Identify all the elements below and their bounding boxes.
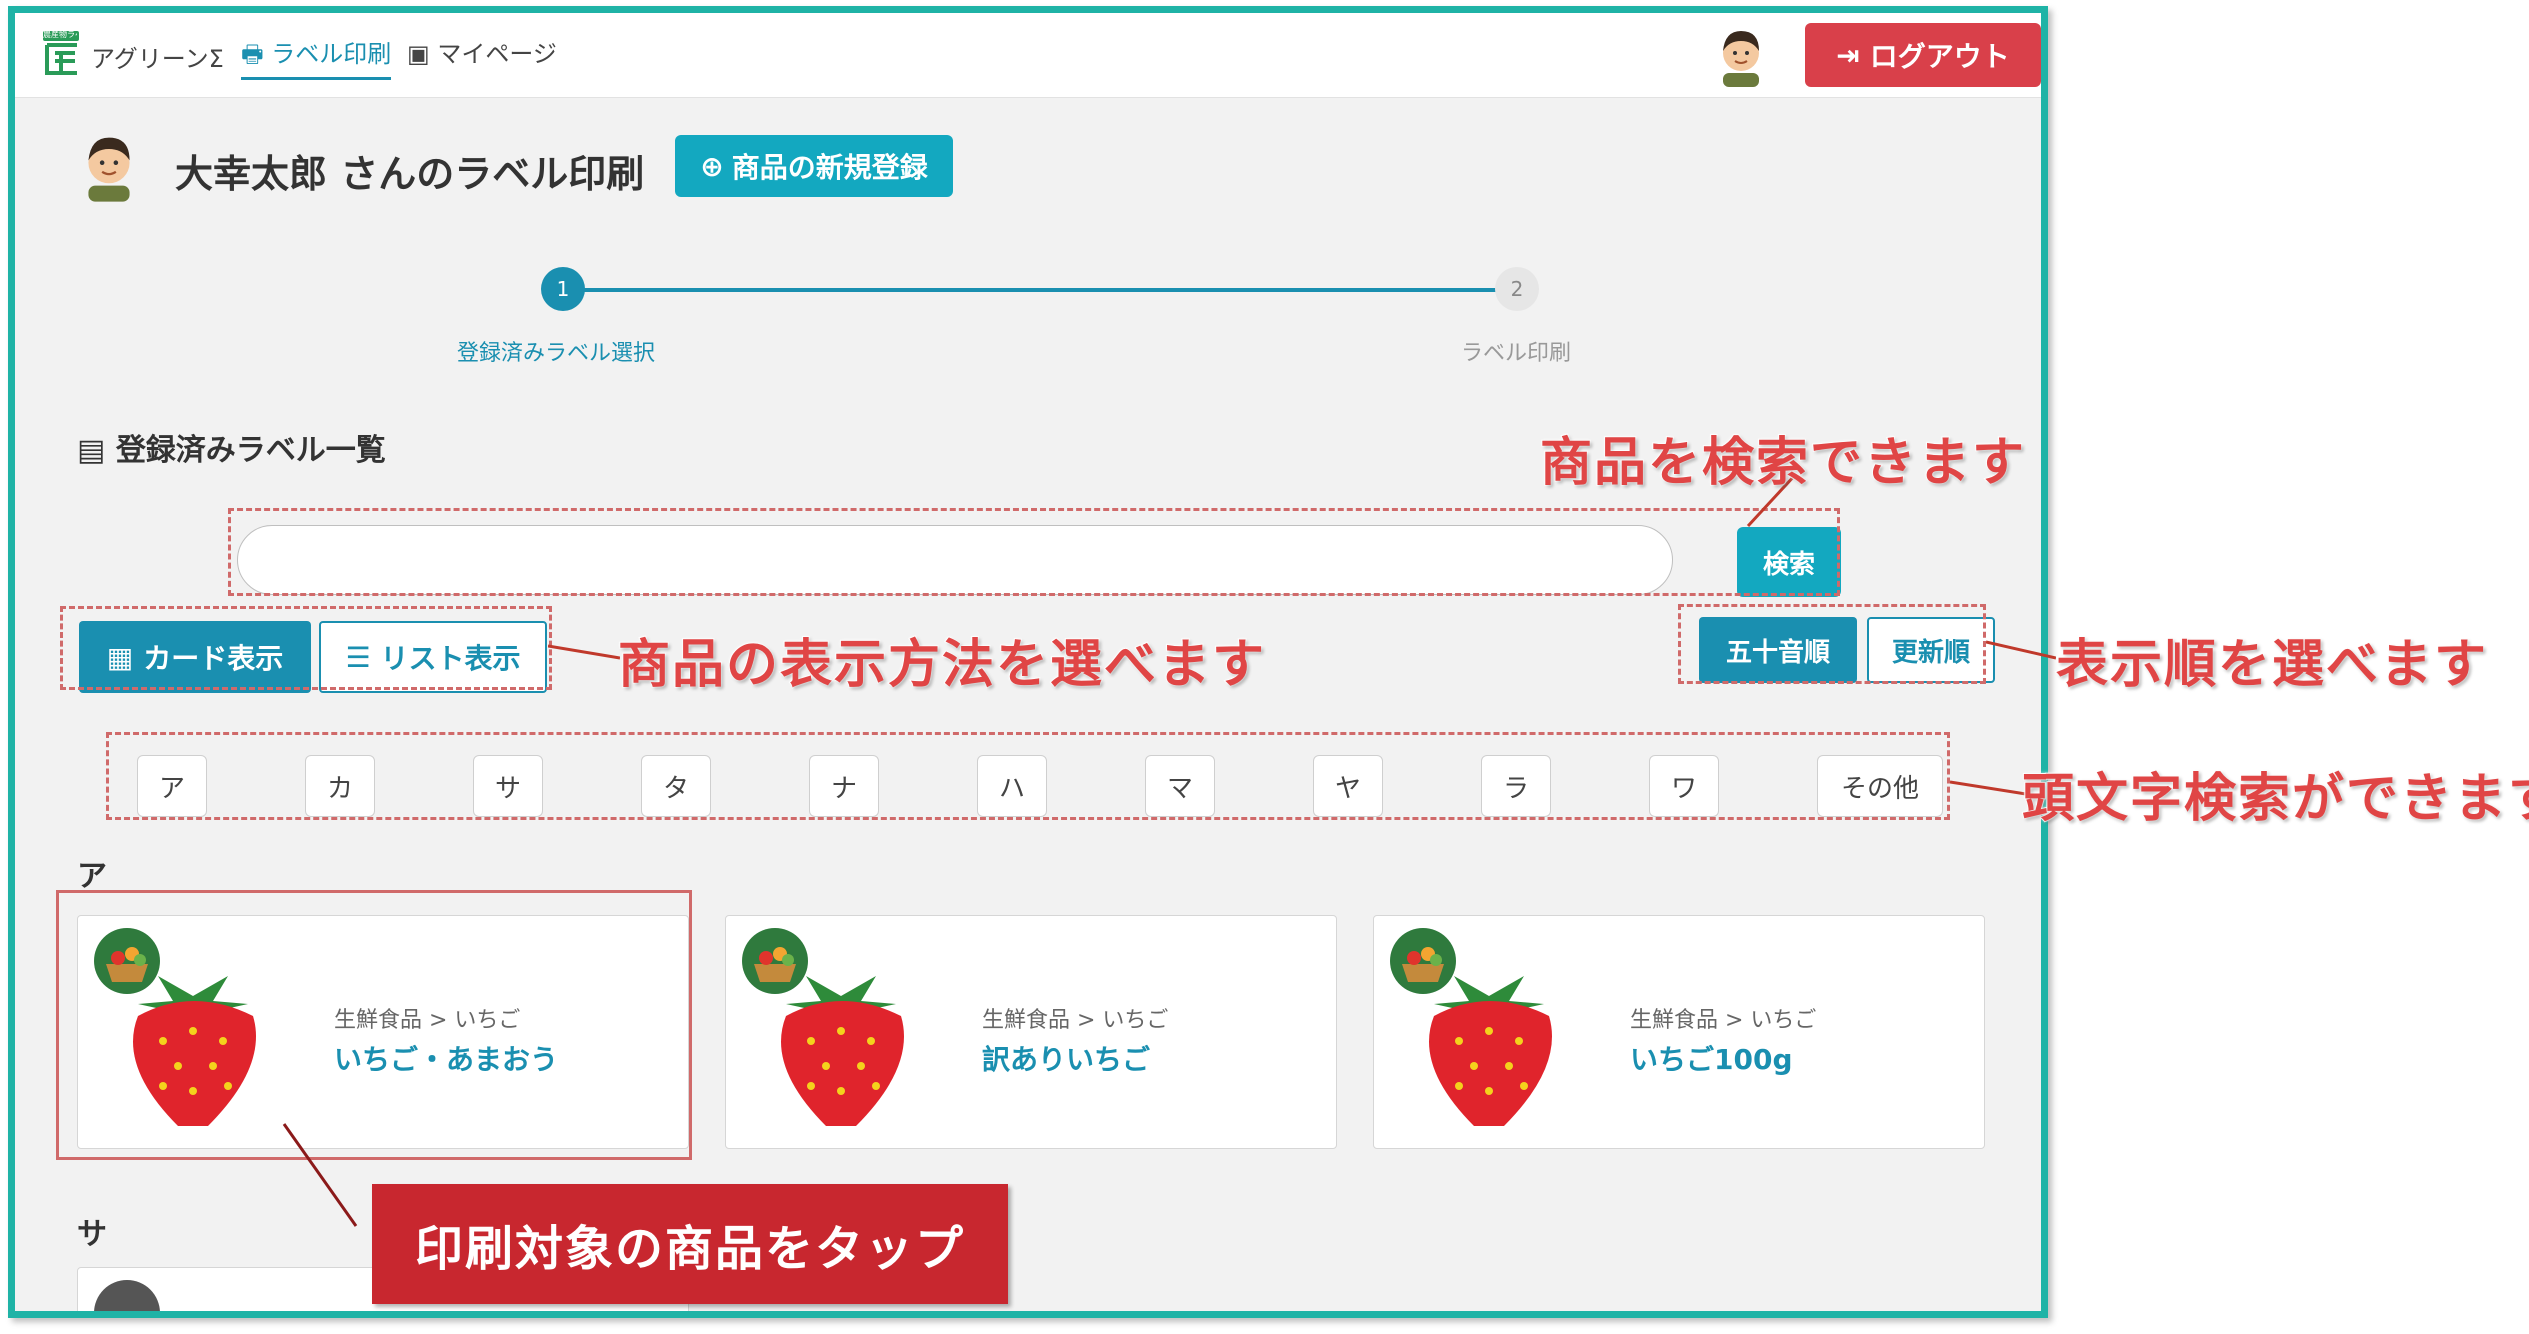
vegetable-basket-icon <box>1390 928 1456 994</box>
card-category: 生鮮食品 > いちご <box>982 1008 1169 1033</box>
list-doc-icon: ▤ <box>77 433 106 468</box>
step-1-label: 登録済みラベル選択 <box>457 341 656 366</box>
stepper-line <box>577 288 1499 292</box>
kana-annotation-line <box>1950 780 2026 796</box>
view-annotation-line <box>548 644 620 660</box>
section-title: ▤ 登録済みラベル一覧 <box>77 425 386 469</box>
plus-circle-icon: ⊕ <box>700 149 724 183</box>
sort-annotation-box <box>1678 604 1986 684</box>
new-product-label: 商品の新規登録 <box>731 151 928 184</box>
id-card-icon: ▣ <box>407 40 430 68</box>
logout-label: ログアウト <box>1869 40 2010 73</box>
product-card[interactable]: 生鮮食品 > いちご 訳ありいちご <box>725 915 1337 1149</box>
tap-annotation-text: 印刷対象の商品をタップ <box>372 1184 1008 1304</box>
sort-annotation-text: 表示順を選べます <box>2055 634 2489 696</box>
view-annotation-text: 商品の表示方法を選べます <box>617 634 1267 696</box>
product-card[interactable]: 生鮮食品 > いちご いちご100g <box>1373 915 1985 1149</box>
navbar: 農産物ラベル アグリーンΣ 🖶 ラベル印刷 ▣ マイページ ⇥ ログアウト <box>15 13 2041 98</box>
tap-annotation-box <box>56 890 692 1160</box>
logo-badge: 農産物ラベル <box>43 30 77 39</box>
group-heading-a: ア <box>77 859 107 894</box>
nav-mypage[interactable]: ▣ マイページ <box>407 37 557 77</box>
printer-icon: 🖶 <box>241 40 264 68</box>
card-product-name: いちご100g <box>1630 1043 1793 1076</box>
nav-label-print-text: ラベル印刷 <box>271 40 392 68</box>
user-avatar-large <box>88 137 130 202</box>
logo-text: アグリーンΣ <box>91 45 224 73</box>
product-thumbnail-icon <box>94 1280 160 1311</box>
nav-label-print[interactable]: 🖶 ラベル印刷 <box>241 37 392 80</box>
step-1-circle: 1 <box>541 267 585 311</box>
sort-annotation-line <box>1986 640 2056 660</box>
view-annotation-box <box>60 606 552 690</box>
step-2-label: ラベル印刷 <box>1461 341 1572 366</box>
card-category: 生鮮食品 > いちご <box>1630 1008 1817 1033</box>
kana-annotation-text: 頭文字検索ができます <box>2021 768 2529 830</box>
nav-mypage-text: マイページ <box>437 40 557 68</box>
group-heading-sa: サ <box>77 1217 107 1252</box>
logout-button[interactable]: ⇥ ログアウト <box>1805 23 2041 87</box>
section-title-text: 登録済みラベル一覧 <box>115 433 386 468</box>
user-avatar[interactable] <box>1713 23 1769 87</box>
logout-icon: ⇥ <box>1836 38 1860 72</box>
new-product-button[interactable]: ⊕ 商品の新規登録 <box>675 135 953 197</box>
search-annotation-box <box>228 508 1840 596</box>
card-product-name: 訳ありいちご <box>982 1043 1151 1076</box>
search-annotation-text: 商品を検索できます <box>1539 432 2027 494</box>
page-title: 大幸太郎 さんのラベル印刷 <box>175 152 645 196</box>
tap-annotation-line <box>282 1123 358 1227</box>
step-2-circle: 2 <box>1495 267 1539 311</box>
vegetable-basket-icon <box>742 928 808 994</box>
kana-annotation-box <box>106 732 1950 820</box>
